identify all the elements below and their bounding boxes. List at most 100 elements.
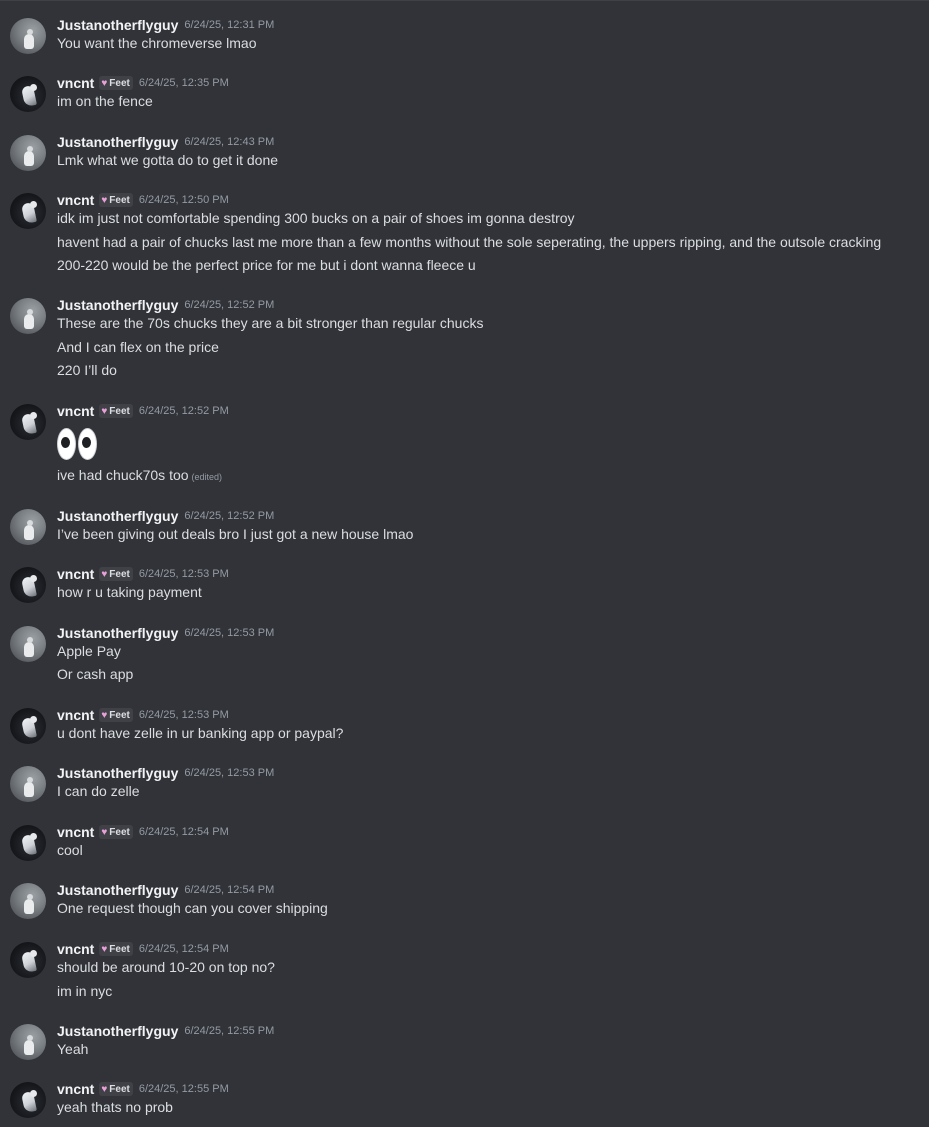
message-text: 220 I’ll do — [57, 362, 117, 378]
server-tag[interactable]: ♥ Feet — [99, 76, 133, 90]
timestamp[interactable]: 6/24/25, 12:52 PM — [139, 405, 229, 417]
eye-icon — [57, 428, 76, 460]
username[interactable]: Justanotherflyguy — [57, 882, 178, 898]
message-header: vncnt ♥ Feet 6/24/25, 12:54 PM — [57, 940, 229, 958]
avatar-head — [30, 575, 37, 582]
timestamp[interactable]: 6/24/25, 12:55 PM — [184, 1025, 274, 1037]
timestamp[interactable]: 6/24/25, 12:53 PM — [184, 767, 274, 779]
message-header: vncnt ♥ Feet 6/24/25, 12:53 PM — [57, 565, 229, 583]
message-text: im on the fence — [57, 93, 153, 109]
avatar[interactable] — [10, 883, 46, 919]
grey-figure-avatar — [24, 314, 34, 329]
avatar[interactable] — [10, 825, 46, 861]
avatar-head — [27, 520, 33, 526]
message-header: vncnt ♥ Feet 6/24/25, 12:54 PM — [57, 823, 229, 841]
heart-icon: ♥ — [101, 1083, 108, 1095]
message-header: vncnt ♥ Feet 6/24/25, 12:52 PM — [57, 402, 229, 420]
username[interactable]: vncnt — [57, 75, 94, 91]
timestamp[interactable]: 6/24/25, 12:53 PM — [139, 709, 229, 721]
avatar[interactable] — [10, 766, 46, 802]
server-tag[interactable]: ♥ Feet — [99, 942, 133, 956]
message-header: vncnt ♥ Feet 6/24/25, 12:50 PM — [57, 191, 229, 209]
timestamp[interactable]: 6/24/25, 12:43 PM — [184, 136, 274, 148]
avatar[interactable] — [10, 76, 46, 112]
message-header: Justanotherflyguy 6/24/25, 12:52 PM — [57, 507, 274, 525]
timestamp[interactable]: 6/24/25, 12:53 PM — [139, 568, 229, 580]
server-tag[interactable]: ♥ Feet — [99, 825, 133, 839]
avatar[interactable] — [10, 193, 46, 229]
avatar[interactable] — [10, 567, 46, 603]
message-text-content: should be around 10-20 on top no? — [57, 959, 275, 975]
username[interactable]: Justanotherflyguy — [57, 508, 178, 524]
message-text: idk im just not comfortable spending 300… — [57, 210, 575, 226]
username[interactable]: vncnt — [57, 707, 94, 723]
username[interactable]: Justanotherflyguy — [57, 765, 178, 781]
message-header: vncnt ♥ Feet 6/24/25, 12:53 PM — [57, 706, 229, 724]
grey-figure-avatar — [24, 34, 34, 49]
grey-figure-avatar — [24, 1040, 34, 1055]
heart-icon: ♥ — [101, 568, 108, 580]
timestamp[interactable]: 6/24/25, 12:52 PM — [184, 299, 274, 311]
message-text: im in nyc — [57, 983, 112, 999]
username[interactable]: vncnt — [57, 941, 94, 957]
avatar[interactable] — [10, 942, 46, 978]
timestamp[interactable]: 6/24/25, 12:35 PM — [139, 77, 229, 89]
server-tag[interactable]: ♥ Feet — [99, 567, 133, 581]
timestamp[interactable]: 6/24/25, 12:50 PM — [139, 194, 229, 206]
server-tag-label: Feet — [109, 709, 130, 721]
message-text-content: I’ve been giving out deals bro I just go… — [57, 526, 414, 542]
heart-icon: ♥ — [101, 405, 108, 417]
username[interactable]: vncnt — [57, 403, 94, 419]
avatar[interactable] — [10, 298, 46, 334]
username[interactable]: Justanotherflyguy — [57, 625, 178, 641]
heart-icon: ♥ — [101, 77, 108, 89]
avatar[interactable] — [10, 18, 46, 54]
username[interactable]: vncnt — [57, 824, 94, 840]
timestamp[interactable]: 6/24/25, 12:54 PM — [139, 826, 229, 838]
message-text-content: And I can flex on the price — [57, 339, 219, 355]
message-text: These are the 70s chucks they are a bit … — [57, 315, 483, 331]
server-tag-label: Feet — [109, 826, 130, 838]
username[interactable]: vncnt — [57, 566, 94, 582]
avatar[interactable] — [10, 1024, 46, 1060]
avatar[interactable] — [10, 404, 46, 440]
timestamp[interactable]: 6/24/25, 12:53 PM — [184, 627, 274, 639]
heart-icon: ♥ — [101, 943, 108, 955]
username[interactable]: vncnt — [57, 1081, 94, 1097]
avatar[interactable] — [10, 708, 46, 744]
message-text-content: yeah thats no prob — [57, 1099, 173, 1115]
server-tag-label: Feet — [109, 194, 130, 206]
avatar[interactable] — [10, 1082, 46, 1118]
timestamp[interactable]: 6/24/25, 12:52 PM — [184, 510, 274, 522]
avatar-head — [30, 201, 37, 208]
message-text-content: These are the 70s chucks they are a bit … — [57, 315, 484, 331]
message-text: You want the chromeverse lmao — [57, 35, 256, 51]
server-tag[interactable]: ♥ Feet — [99, 1082, 133, 1096]
chat-messages: Justanotherflyguy 6/24/25, 12:31 PM You wa… — [0, 0, 929, 1127]
grey-figure-avatar — [24, 642, 34, 657]
message-text: yeah thats no prob — [57, 1099, 173, 1115]
username[interactable]: vncnt — [57, 192, 94, 208]
avatar[interactable] — [10, 509, 46, 545]
avatar-head — [27, 777, 33, 783]
username[interactable]: Justanotherflyguy — [57, 1023, 178, 1039]
message-text-content: ive had chuck70s too — [57, 467, 189, 483]
avatar-head — [27, 637, 33, 643]
eyes-emoji[interactable] — [57, 428, 97, 460]
timestamp[interactable]: 6/24/25, 12:54 PM — [139, 943, 229, 955]
avatar[interactable] — [10, 135, 46, 171]
timestamp[interactable]: 6/24/25, 12:54 PM — [184, 884, 274, 896]
username[interactable]: Justanotherflyguy — [57, 297, 178, 313]
grey-figure-avatar — [24, 151, 34, 166]
username[interactable]: Justanotherflyguy — [57, 134, 178, 150]
timestamp[interactable]: 6/24/25, 12:55 PM — [139, 1083, 229, 1095]
timestamp[interactable]: 6/24/25, 12:31 PM — [184, 19, 274, 31]
server-tag[interactable]: ♥ Feet — [99, 193, 133, 207]
server-tag[interactable]: ♥ Feet — [99, 404, 133, 418]
message-text-content: cool — [57, 842, 83, 858]
avatar-head — [27, 894, 33, 900]
server-tag[interactable]: ♥ Feet — [99, 708, 133, 722]
avatar[interactable] — [10, 626, 46, 662]
grey-figure-avatar — [24, 782, 34, 797]
username[interactable]: Justanotherflyguy — [57, 17, 178, 33]
